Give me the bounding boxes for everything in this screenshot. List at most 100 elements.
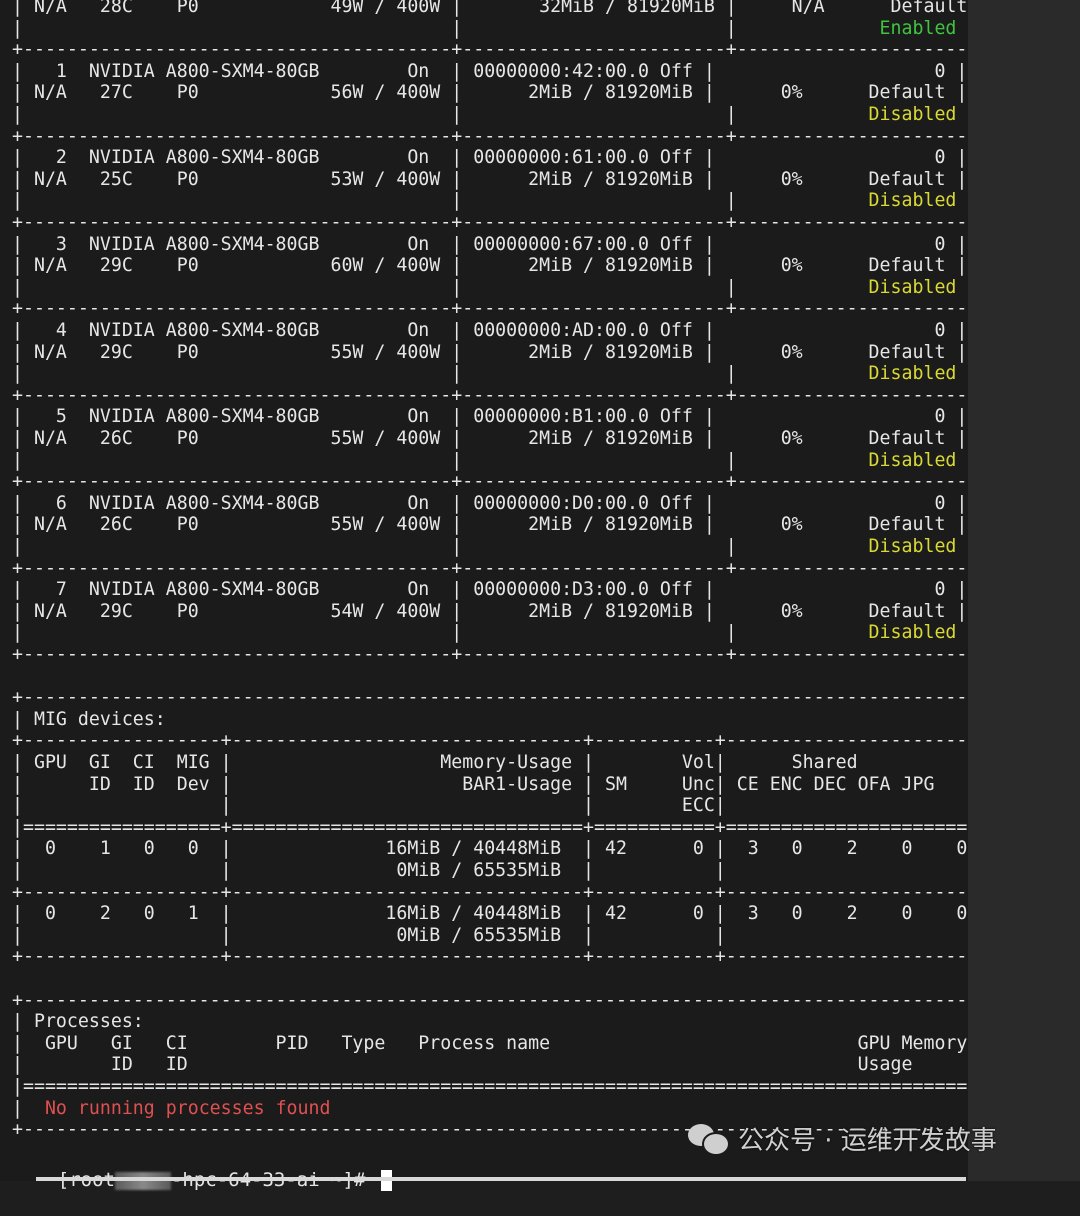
terminal-text: | 2 NVIDIA A800-SXM4-80GB On | 00000000:… xyxy=(12,146,968,169)
terminal-line: | 0 2 0 1 | 16MiB / 40448MiB | 42 0 | 3 … xyxy=(12,902,990,925)
terminal-line: | 3 NVIDIA A800-SXM4-80GB On | 00000000:… xyxy=(12,232,968,256)
terminal-text: | | | xyxy=(12,621,869,644)
status-text: Disabled xyxy=(868,103,957,125)
terminal-line: | ID ID Dev | BAR1-Usage | SM Unc| CE EN… xyxy=(12,772,990,796)
terminal-line: | N/A 27C P0 56W / 400W | 2MiB / 81920Mi… xyxy=(12,82,967,104)
terminal-text: | 7 NVIDIA A800-SXM4-80GB On | 00000000:… xyxy=(12,578,968,601)
terminal-line: +---------------------------------------… xyxy=(12,383,990,407)
terminal-line: | GPU GI CI PID Type Process name GPU Me… xyxy=(12,1031,990,1055)
scrollbar[interactable] xyxy=(36,1177,966,1181)
status-text: No running processes found xyxy=(44,1096,331,1119)
terminal-line: +---------------------------------------… xyxy=(12,124,990,148)
status-text: Enabled xyxy=(879,16,957,39)
terminal-line: | | | Disabled | xyxy=(12,190,978,212)
terminal-line: | | | Disabled | xyxy=(12,103,978,126)
terminal-line: | MIG devices: | xyxy=(12,707,990,731)
terminal-line: | Processes: | xyxy=(12,1010,989,1033)
terminal-text: +---------------------------------------… xyxy=(12,297,990,320)
terminal-line: | N/A 25C P0 53W / 400W | 2MiB / 81920Mi… xyxy=(12,167,968,191)
terminal-text: | | | xyxy=(12,535,869,557)
terminal-line: | | | ECC| | xyxy=(12,794,989,817)
terminal-text: | N/A 29C P0 54W / 400W | 2MiB / 81920Mi… xyxy=(12,599,968,622)
terminal-text: +------------------+--------------------… xyxy=(12,880,990,903)
terminal-window[interactable]: | N/A 28C P0 49W / 400W | 32MiB / 81920M… xyxy=(0,0,989,1191)
terminal-text: | GPU GI CI MIG | Memory-Usage | Vol| Sh… xyxy=(12,751,990,773)
terminal-line: | N/A 29C P0 54W / 400W | 2MiB / 81920Mi… xyxy=(12,599,968,623)
terminal-line: | 2 NVIDIA A800-SXM4-80GB On | 00000000:… xyxy=(12,146,968,169)
terminal-text: | | | xyxy=(12,448,869,471)
terminal-text: +---------------------------------------… xyxy=(12,124,990,147)
terminal-text: | GPU GI CI PID Type Process name GPU Me… xyxy=(12,1031,990,1054)
terminal-text: | 1 NVIDIA A800-SXM4-80GB On | 00000000:… xyxy=(12,59,968,82)
terminal-line: | | | Disabled | xyxy=(12,275,978,299)
terminal-text: | N/A 26C P0 55W / 400W | 2MiB / 81920Mi… xyxy=(12,427,968,449)
terminal-text: +------------------+--------------------… xyxy=(12,729,990,752)
watermark-text: 公众号 · 运维开发故事 xyxy=(738,1125,997,1156)
terminal-line: +---------------------------------------… xyxy=(12,470,990,493)
terminal-line: | N/A 26C P0 55W / 400W | 2MiB / 81920Mi… xyxy=(12,514,967,536)
watermark: 公众号 · 运维开发故事 xyxy=(688,1118,997,1158)
terminal-text: | N/A 25C P0 53W / 400W | 2MiB / 81920Mi… xyxy=(12,167,968,190)
terminal-line: | 4 NVIDIA A800-SXM4-80GB On | 00000000:… xyxy=(12,319,968,342)
terminal-line: +---------------------------------------… xyxy=(12,38,990,61)
terminal-text: | | 0MiB / 65535MiB | | | xyxy=(12,923,990,946)
terminal-line: | 6 NVIDIA A800-SXM4-80GB On | 00000000:… xyxy=(12,491,968,515)
terminal-line: | 5 NVIDIA A800-SXM4-80GB On | 00000000:… xyxy=(12,406,967,428)
status-text: Disabled xyxy=(868,189,957,212)
terminal-line: +---------------------------------------… xyxy=(12,556,990,580)
terminal-line: | | 0MiB / 65535MiB | | | xyxy=(12,923,990,947)
terminal-text: |==================+====================… xyxy=(12,815,990,838)
terminal-text: | N/A 29C P0 60W / 400W | 2MiB / 81920Mi… xyxy=(12,254,968,277)
terminal-text: +---------------------------------------… xyxy=(12,211,990,233)
terminal-text: | 0 1 0 0 | 16MiB / 40448MiB | 42 0 | 3 … xyxy=(12,837,990,860)
terminal-line: | | 0MiB / 65535MiB | | | xyxy=(12,859,990,882)
terminal-text: | | | xyxy=(12,275,869,298)
terminal-text: | | | xyxy=(12,103,869,125)
terminal-text: | xyxy=(12,1096,45,1119)
wechat-icon xyxy=(688,1122,730,1156)
terminal-line: | ID ID Usage | xyxy=(12,1054,989,1076)
terminal-text: +---------------------------------------… xyxy=(12,38,990,61)
terminal-line: | N/A 26C P0 55W / 400W | 2MiB / 81920Mi… xyxy=(12,427,968,450)
status-text: Disabled xyxy=(868,535,957,557)
terminal-text: +------------------+--------------------… xyxy=(12,945,990,968)
terminal-line: | | | Enabled | xyxy=(12,16,978,40)
terminal-text: | | | xyxy=(12,189,869,212)
terminal-text: | 6 NVIDIA A800-SXM4-80GB On | 00000000:… xyxy=(12,491,968,514)
terminal-text: | | | xyxy=(12,16,880,39)
terminal-text: | xyxy=(330,1096,990,1119)
terminal-text: +---------------------------------------… xyxy=(12,383,990,406)
terminal-line: +------------------+--------------------… xyxy=(12,730,989,752)
terminal-line: | | | Disabled | xyxy=(12,362,978,385)
terminal-line: | | | Disabled | xyxy=(12,448,978,472)
terminal-text: |=======================================… xyxy=(12,1075,990,1097)
terminal-line: |=======================================… xyxy=(12,1075,990,1098)
terminal-text: +---------------------------------------… xyxy=(12,686,990,709)
terminal-text: | | | xyxy=(12,362,869,385)
terminal-text: | N/A 29C P0 55W / 400W | 2MiB / 81920Mi… xyxy=(12,340,968,363)
terminal-text: | MIG devices: | xyxy=(12,707,990,730)
terminal-line: | 1 NVIDIA A800-SXM4-80GB On | 00000000:… xyxy=(12,59,968,83)
terminal-line: | N/A 29C P0 60W / 400W | 2MiB / 81920Mi… xyxy=(12,254,968,277)
terminal-line: +---------------------------------------… xyxy=(12,989,989,1012)
terminal-text: | ID ID Dev | BAR1-Usage | SM Unc| CE EN… xyxy=(12,772,990,795)
terminal-text: | | 0MiB / 65535MiB | | | xyxy=(12,859,990,881)
terminal-line: | 7 NVIDIA A800-SXM4-80GB On | 00000000:… xyxy=(12,578,968,601)
terminal-line: | No running processes found | xyxy=(12,1096,990,1120)
status-text: Disabled xyxy=(868,275,957,298)
terminal-text: | 4 NVIDIA A800-SXM4-80GB On | 00000000:… xyxy=(12,319,968,341)
terminal-line: | | | Disabled | xyxy=(12,622,978,644)
terminal-text: | 5 NVIDIA A800-SXM4-80GB On | 00000000:… xyxy=(12,405,968,428)
background-window xyxy=(968,0,1080,1181)
terminal-text: | N/A 28C P0 49W / 400W | 32MiB / 81920M… xyxy=(12,0,990,17)
terminal-text: | ID ID Usage | xyxy=(12,1053,990,1076)
terminal-line: +------------------+--------------------… xyxy=(12,880,990,904)
terminal-text: +---------------------------------------… xyxy=(12,556,990,579)
terminal-line: +---------------------------------------… xyxy=(12,211,990,234)
terminal-text: | 0 2 0 1 | 16MiB / 40448MiB | 42 0 | 3 … xyxy=(12,902,990,925)
terminal-line: | 0 1 0 0 | 16MiB / 40448MiB | 42 0 | 3 … xyxy=(12,838,989,860)
status-text: Disabled xyxy=(868,621,957,644)
terminal-text: +---------------------------------------… xyxy=(12,470,990,493)
terminal-line: +---------------------------------------… xyxy=(12,643,989,666)
terminal-text: | 3 NVIDIA A800-SXM4-80GB On | 00000000:… xyxy=(12,232,968,255)
